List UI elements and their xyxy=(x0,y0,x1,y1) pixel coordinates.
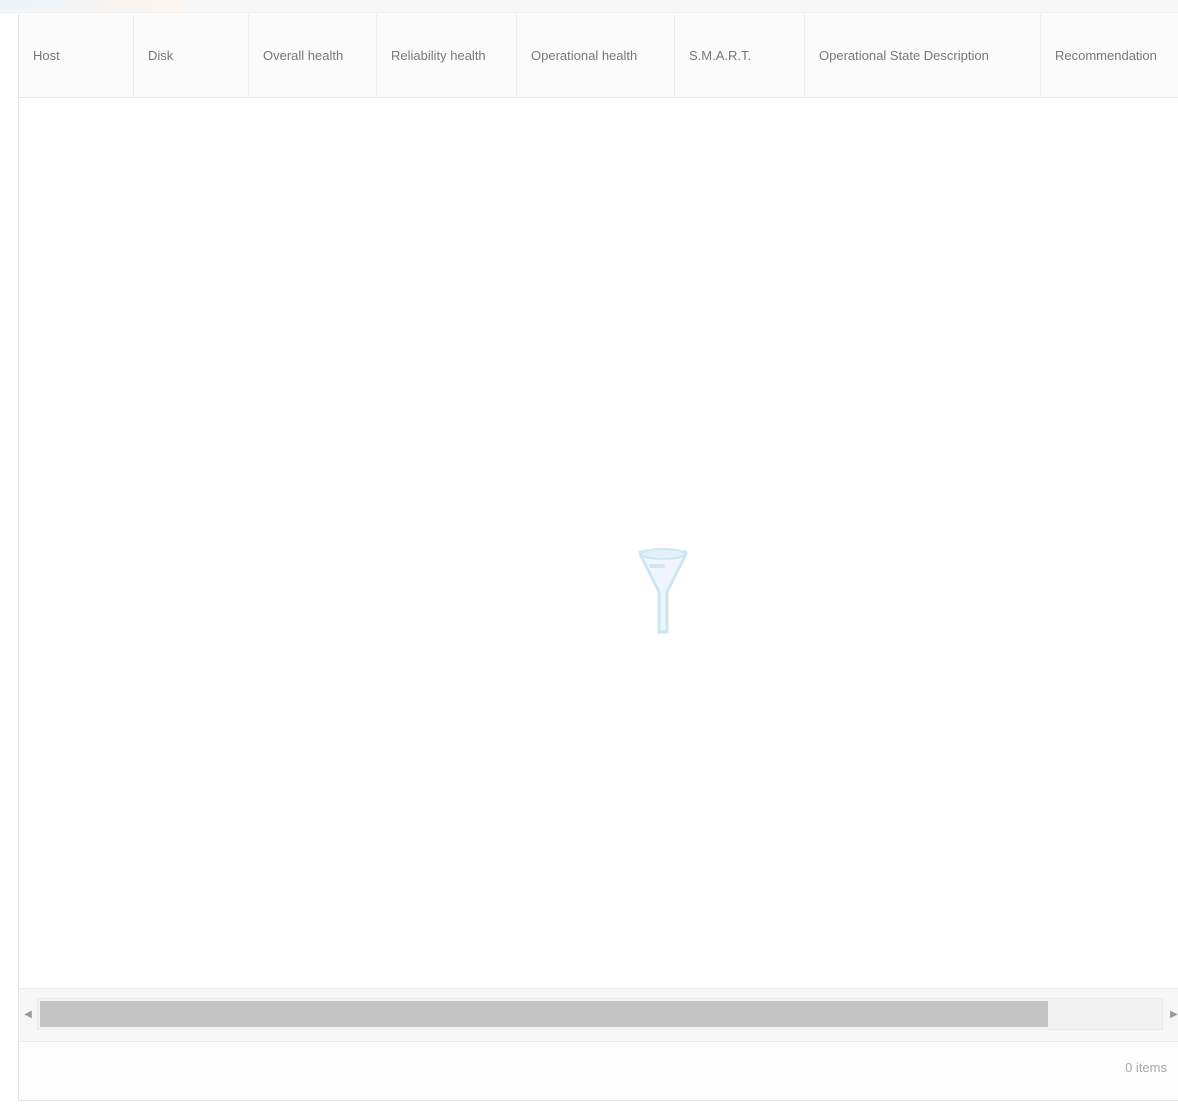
page: Host Disk Overall health Reliability hea… xyxy=(0,0,1178,1105)
scrollbar-thumb[interactable] xyxy=(40,1001,1048,1027)
column-header-smart[interactable]: S.M.A.R.T. xyxy=(675,14,805,97)
column-header-reliability-health[interactable]: Reliability health xyxy=(377,14,517,97)
top-strip xyxy=(0,0,1178,13)
grid-body xyxy=(19,98,1178,986)
column-header-overall-health[interactable]: Overall health xyxy=(249,14,377,97)
top-accent xyxy=(0,0,180,10)
scroll-right-arrow[interactable]: ▶ xyxy=(1167,1005,1178,1025)
horizontal-scrollbar[interactable]: ◀ ▶ xyxy=(19,988,1178,1042)
items-count: 0 items xyxy=(1125,1060,1167,1075)
grid-footer: 0 items xyxy=(19,1042,1178,1100)
scrollbar-track[interactable] xyxy=(37,998,1163,1030)
data-grid: Host Disk Overall health Reliability hea… xyxy=(18,14,1178,1101)
column-header-recommendation[interactable]: Recommendation xyxy=(1041,14,1178,97)
funnel-icon xyxy=(635,546,691,647)
column-header-host[interactable]: Host xyxy=(19,14,134,97)
column-header-disk[interactable]: Disk xyxy=(134,14,249,97)
column-header-operational-health[interactable]: Operational health xyxy=(517,14,675,97)
empty-state xyxy=(631,546,695,726)
scroll-left-arrow[interactable]: ◀ xyxy=(21,1005,35,1025)
grid-header: Host Disk Overall health Reliability hea… xyxy=(19,14,1178,98)
column-header-operational-state-description[interactable]: Operational State Description xyxy=(805,14,1041,97)
